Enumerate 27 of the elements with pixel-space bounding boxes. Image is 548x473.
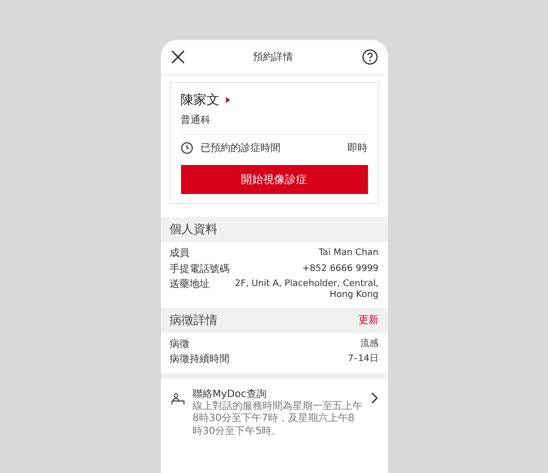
field-label: 送藥地址 [170,279,210,292]
doctor-name: 陳家文 [180,92,220,109]
start-video-consultation-button[interactable]: 開始視像診症 [180,165,368,194]
section-title: 病徵詳情 [170,312,218,328]
field-label: 病徵持續時間 [170,354,230,366]
field-value: 2F, Unit A, Placeholder, Central, Hong Kong [234,279,378,302]
caret-icon[interactable] [226,97,230,103]
close-icon[interactable] [170,50,184,64]
update-link[interactable]: 更新 [358,313,378,327]
field-value: 7–14日 [348,354,378,366]
field-value: 流感 [360,338,378,350]
field-label: 成員 [170,248,190,260]
reception-desk-icon [170,392,184,404]
appointment-time-label: 已預約的診症時間 [200,142,280,155]
section-title: 個人資料 [170,221,218,238]
screen-title: 預約詳情 [253,50,293,64]
field-label: 手提電話號碼 [170,264,230,276]
chevron-right-icon[interactable] [370,392,378,404]
contact-description: 線上對話的服務時間為星期一至五上午8時30分至下午7時，及星期六上午8時30分至下午5時。 [192,400,362,438]
clock-icon [180,142,192,154]
contact-title[interactable]: 聯絡MyDoc查詢 [192,386,362,400]
help-icon[interactable] [362,49,378,65]
specialty-text: 普通科 [180,113,368,135]
field-value: Tai Man Chan [318,248,378,260]
field-value: +852 6666 9999 [302,264,378,276]
appointment-time-value: 即時 [348,142,368,155]
field-label: 病徵 [170,338,190,351]
